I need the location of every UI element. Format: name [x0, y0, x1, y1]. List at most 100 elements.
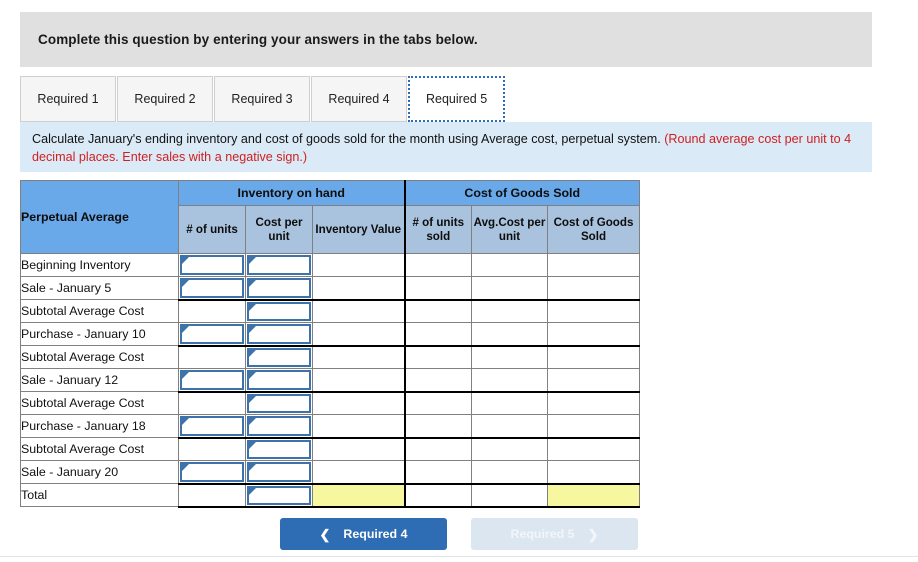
table-cell[interactable] [245, 460, 313, 485]
row-label: Subtotal Average Cost [20, 391, 179, 415]
table-cell [312, 322, 405, 347]
table-cell [312, 276, 405, 301]
table-cell [178, 391, 246, 415]
table-cell[interactable] [245, 345, 313, 369]
column-header-2: Inventory Value [312, 205, 405, 254]
table-row: Purchase - January 10 [20, 322, 640, 347]
table-cell[interactable] [245, 414, 313, 439]
table-cell [471, 322, 548, 347]
tab-required-3[interactable]: Required 3 [214, 76, 310, 122]
table-cell[interactable] [245, 483, 313, 508]
table-cell [312, 414, 405, 439]
table-head: Perpetual Average Inventory on hand Cost… [20, 180, 640, 254]
table-row: Beginning Inventory [20, 253, 640, 277]
table-cell [471, 414, 548, 439]
next-requirement-button[interactable]: Required 5 ❯ [471, 518, 638, 550]
cell-input[interactable] [247, 301, 311, 321]
table-cell [403, 483, 472, 508]
tab-label: Required 3 [231, 92, 293, 106]
tab-label: Required 2 [134, 92, 196, 106]
cell-input[interactable] [247, 439, 311, 459]
cell-input[interactable] [247, 393, 311, 413]
table-cell[interactable] [245, 276, 313, 301]
table-cell[interactable] [245, 253, 313, 277]
worksheet-page: Complete this question by entering your … [0, 0, 918, 562]
table-row: Sale - January 12 [20, 368, 640, 393]
table-row: Sale - January 5 [20, 276, 640, 301]
table-cell [547, 368, 640, 393]
table-cell [547, 276, 640, 301]
table-cell [547, 345, 640, 369]
table-cell [178, 437, 246, 461]
table-cell [547, 483, 640, 508]
row-label: Sale - January 5 [20, 276, 179, 300]
cell-input[interactable] [180, 370, 244, 390]
tab-required-2[interactable]: Required 2 [117, 76, 213, 122]
perpetual-average-table-wrap: Perpetual Average Inventory on hand Cost… [20, 180, 640, 508]
table-body: Beginning Inventory Sale - January 5 Subto… [20, 253, 640, 508]
previous-requirement-button[interactable]: ❮ Required 4 [280, 518, 447, 550]
row-label: Sale - January 20 [20, 460, 179, 484]
table-cell[interactable] [245, 437, 313, 461]
table-cell [547, 322, 640, 347]
table-cell [471, 437, 548, 461]
table-cell [403, 368, 472, 393]
cell-input[interactable] [180, 255, 244, 275]
table-cell [403, 414, 472, 439]
table-cell[interactable] [245, 322, 313, 347]
table-cell[interactable] [245, 299, 313, 323]
tab-required-5[interactable]: Required 5 [408, 76, 506, 122]
tab-label: Required 4 [328, 92, 390, 106]
table-cell [312, 391, 405, 415]
table-cell [471, 368, 548, 393]
cell-input[interactable] [247, 347, 311, 367]
table-row: Sale - January 20 [20, 460, 640, 485]
row-label: Sale - January 12 [20, 368, 179, 392]
table-cell[interactable] [245, 391, 313, 415]
table-cell [547, 414, 640, 439]
navigation-bar: ❮ Required 4 Required 5 ❯ [0, 518, 918, 550]
column-header-3: # of units sold [403, 205, 472, 254]
tab-required-1[interactable]: Required 1 [20, 76, 116, 122]
column-header-5: Cost of Goods Sold [547, 205, 640, 254]
cell-input[interactable] [247, 255, 311, 275]
table-cell [403, 460, 472, 485]
tab-required-4[interactable]: Required 4 [311, 76, 407, 122]
table-cell [547, 391, 640, 415]
table-cell [312, 253, 405, 277]
cell-input[interactable] [180, 278, 244, 298]
cell-input[interactable] [247, 485, 311, 505]
table-cell[interactable] [178, 322, 246, 347]
cell-input[interactable] [247, 278, 311, 298]
group-header-row: Perpetual Average Inventory on hand Cost… [20, 180, 640, 254]
table-cell [178, 299, 246, 323]
tab-label: Required 1 [37, 92, 99, 106]
column-header-4: Avg.Cost per unit [471, 205, 548, 254]
cell-input[interactable] [247, 370, 311, 390]
table-cell[interactable] [178, 276, 246, 301]
table-cell[interactable] [178, 253, 246, 277]
cell-input[interactable] [247, 324, 311, 344]
chevron-right-icon: ❯ [587, 526, 599, 542]
table-cell [312, 368, 405, 393]
table-cell [471, 253, 548, 277]
table-cell[interactable] [178, 460, 246, 485]
question-banner-text: Complete this question by entering your … [38, 32, 478, 47]
perpetual-average-table: Perpetual Average Inventory on hand Cost… [20, 180, 640, 508]
cell-input[interactable] [247, 462, 311, 482]
requirement-tabs: Required 1 Required 2 Required 3 Required 4… [20, 74, 506, 122]
table-cell[interactable] [245, 368, 313, 393]
table-cell [471, 460, 548, 485]
column-header-0: # of units [178, 205, 246, 254]
table-cell [403, 253, 472, 277]
cell-input[interactable] [180, 462, 244, 482]
table-cell[interactable] [178, 414, 246, 439]
cell-input[interactable] [180, 324, 244, 344]
table-cell [471, 276, 548, 301]
table-cell[interactable] [178, 368, 246, 393]
table-row: Subtotal Average Cost [20, 299, 640, 323]
row-label: Purchase - January 10 [20, 322, 179, 346]
cell-input[interactable] [247, 416, 311, 436]
row-label: Subtotal Average Cost [20, 299, 179, 323]
cell-input[interactable] [180, 416, 244, 436]
